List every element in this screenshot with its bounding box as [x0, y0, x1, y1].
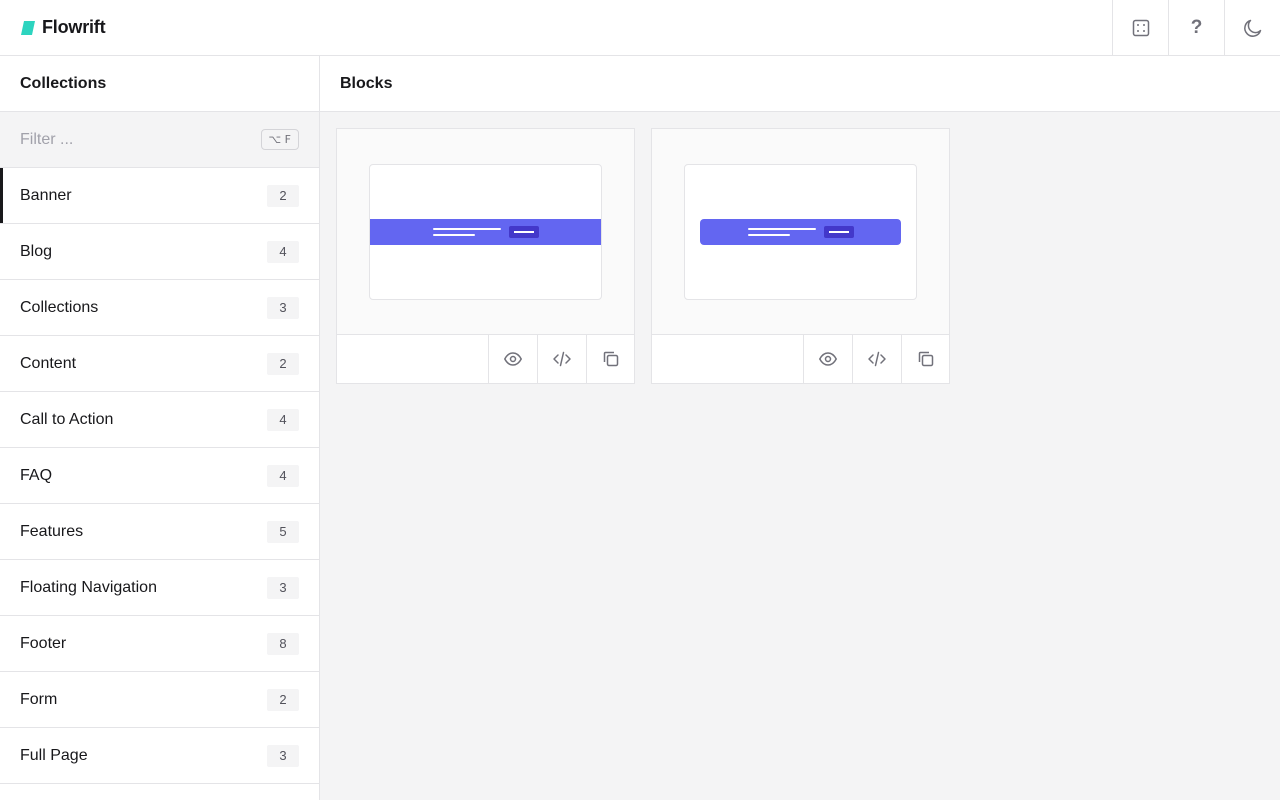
sidebar-item-label: Full Page	[20, 746, 88, 764]
block-card	[336, 128, 635, 384]
filter-input[interactable]	[20, 130, 261, 149]
preview-button[interactable]	[803, 335, 852, 383]
block-thumbnail	[369, 163, 602, 300]
sidebar-item-call-to-action[interactable]: Call to Action 4	[0, 392, 319, 448]
top-actions: ?	[1112, 0, 1280, 55]
copy-code-button[interactable]	[901, 335, 949, 383]
random-block-button[interactable]	[1112, 0, 1168, 55]
eye-icon	[503, 352, 523, 366]
preview-button[interactable]	[488, 335, 537, 383]
moon-icon	[1243, 19, 1261, 37]
item-count-badge: 2	[267, 688, 299, 711]
item-count-badge: 5	[267, 520, 299, 543]
mini-button-shape	[823, 225, 854, 238]
sidebar-item-floating-navigation[interactable]: Floating Navigation 3	[0, 560, 319, 616]
app-name: Flowrift	[42, 17, 106, 37]
blocks-grid	[320, 112, 1280, 400]
dark-mode-toggle[interactable]	[1224, 0, 1280, 55]
item-count-badge: 4	[267, 464, 299, 487]
brand[interactable]: Flowrift	[0, 0, 106, 55]
item-count-badge: 3	[267, 296, 299, 319]
help-icon: ?	[1190, 17, 1203, 38]
code-icon	[553, 351, 571, 367]
dice-icon	[1132, 19, 1149, 36]
sidebar-item-label: Collections	[20, 298, 99, 316]
text-lines	[432, 227, 501, 236]
eye-icon	[818, 352, 838, 366]
collections-list: Banner 2 Blog 4 Collections 3 Content 2 …	[0, 168, 319, 784]
sidebar-item-collections[interactable]: Collections 3	[0, 280, 319, 336]
item-count-badge: 3	[267, 576, 299, 599]
collections-sidebar: Collections ⌥ F Banner 2 Blog 4 Collecti…	[0, 56, 320, 800]
banner-preview-bar	[370, 218, 601, 245]
copy-icon	[603, 351, 618, 367]
sidebar-item-label: Call to Action	[20, 410, 114, 428]
sidebar-item-content[interactable]: Content 2	[0, 336, 319, 392]
sidebar-item-full-page[interactable]: Full Page 3	[0, 728, 319, 784]
sidebar-item-label: Footer	[20, 634, 67, 652]
block-card	[651, 128, 950, 384]
sidebar-item-label: FAQ	[20, 466, 53, 484]
sidebar-item-form[interactable]: Form 2	[0, 672, 319, 728]
sidebar-item-label: Banner	[20, 186, 72, 204]
banner-preview-bar	[700, 218, 901, 245]
sidebar-item-blog[interactable]: Blog 4	[0, 224, 319, 280]
block-preview[interactable]	[337, 129, 634, 336]
item-count-badge: 2	[267, 352, 299, 375]
sidebar-item-banner[interactable]: Banner 2	[0, 168, 319, 224]
sidebar-item-label: Form	[20, 690, 58, 708]
filter-shortcut-hint: ⌥ F	[260, 129, 299, 150]
mini-button-shape	[508, 225, 539, 238]
block-thumbnail	[684, 163, 917, 300]
item-count-badge: 2	[267, 184, 299, 207]
item-count-badge: 4	[267, 240, 299, 263]
copy-code-button[interactable]	[586, 335, 634, 383]
sidebar-title: Collections	[0, 56, 319, 112]
sidebar-item-label: Blog	[20, 242, 53, 260]
sidebar-item-footer[interactable]: Footer 8	[0, 616, 319, 672]
help-button[interactable]: ?	[1168, 0, 1224, 55]
code-icon	[868, 351, 886, 367]
top-bar: Flowrift ?	[0, 0, 1280, 56]
item-count-badge: 4	[267, 408, 299, 431]
blocks-panel: Blocks	[320, 56, 1280, 800]
sidebar-item-label: Content	[20, 354, 77, 372]
flowrift-logo-icon	[21, 20, 35, 35]
filter-row: ⌥ F	[0, 112, 319, 168]
page-title: Blocks	[320, 56, 1280, 112]
sidebar-item-label: Floating Navigation	[20, 578, 157, 596]
copy-icon	[918, 351, 933, 367]
item-count-badge: 8	[267, 632, 299, 655]
view-code-button[interactable]	[852, 335, 901, 383]
block-actions	[652, 335, 949, 383]
text-lines	[747, 227, 816, 236]
sidebar-item-features[interactable]: Features 5	[0, 504, 319, 560]
item-count-badge: 3	[267, 744, 299, 767]
sidebar-item-label: Features	[20, 522, 84, 540]
block-preview[interactable]	[652, 129, 949, 336]
sidebar-item-faq[interactable]: FAQ 4	[0, 448, 319, 504]
view-code-button[interactable]	[537, 335, 586, 383]
block-actions	[337, 335, 634, 383]
